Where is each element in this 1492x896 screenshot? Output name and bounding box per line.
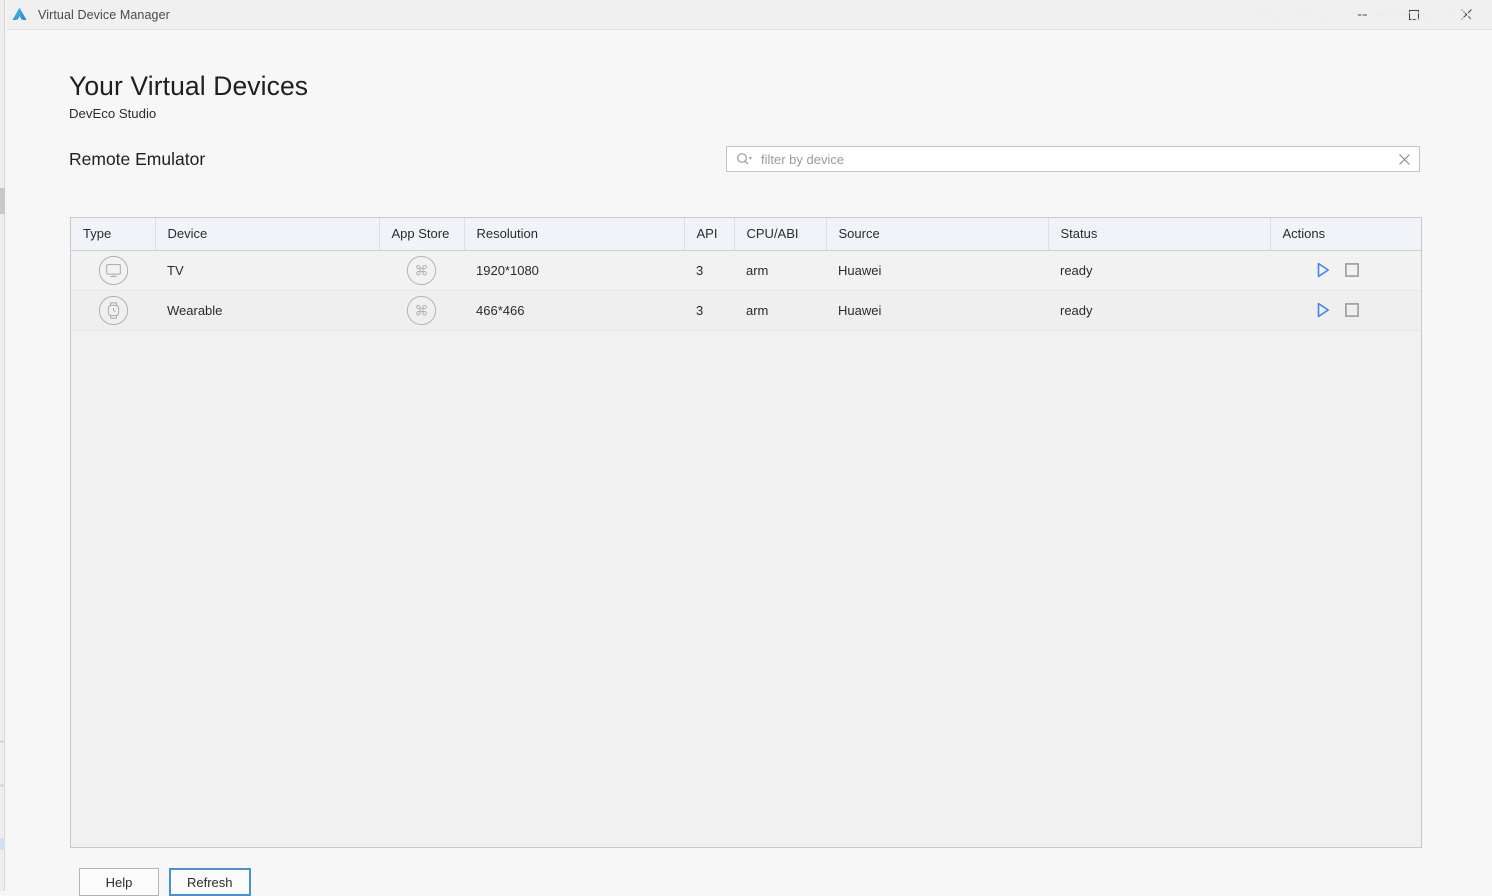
edge-scroll-nub-mid	[0, 740, 5, 743]
cell-type	[71, 250, 155, 290]
cell-device: Wearable	[155, 290, 379, 330]
cell-source: Huawei	[826, 250, 1048, 290]
cell-cpu-abi: arm	[734, 250, 826, 290]
cell-app-store: ⌘	[379, 250, 464, 290]
devices-table: Type Device App Store Resolution API CPU…	[71, 218, 1421, 331]
svg-text:⌘: ⌘	[414, 263, 428, 279]
edge-scroll-nub-low	[0, 784, 5, 787]
column-header-resolution[interactable]: Resolution	[464, 218, 684, 250]
section-title-remote-emulator: Remote Emulator	[69, 149, 205, 170]
column-header-status[interactable]: Status	[1048, 218, 1270, 250]
column-header-source[interactable]: Source	[826, 218, 1048, 250]
run-icon[interactable]	[1314, 261, 1332, 279]
filter-input[interactable]	[753, 148, 1392, 170]
cell-resolution: 466*466	[464, 290, 684, 330]
column-header-cpu-abi[interactable]: CPU/ABI	[734, 218, 826, 250]
cell-cpu-abi: arm	[734, 290, 826, 330]
watermark-text: https://blog.csdn.net/fengqiuzhihua	[1255, 8, 1486, 24]
column-header-actions[interactable]: Actions	[1270, 218, 1421, 250]
stop-icon[interactable]	[1343, 261, 1361, 279]
cell-api: 3	[684, 290, 734, 330]
devices-table-header: Type Device App Store Resolution API CPU…	[71, 218, 1421, 250]
stop-icon[interactable]	[1343, 301, 1361, 319]
cell-api: 3	[684, 250, 734, 290]
cell-actions	[1270, 250, 1421, 290]
devices-table-body: TV ⌘ 1920*1080 3 arm Huawei ready	[71, 250, 1421, 330]
cell-app-store: ⌘	[379, 290, 464, 330]
window-title: Virtual Device Manager	[38, 8, 170, 22]
cell-status: ready	[1048, 250, 1270, 290]
table-empty-area	[71, 331, 1421, 849]
column-header-app-store[interactable]: App Store	[379, 218, 464, 250]
deveco-logo-icon	[11, 6, 28, 23]
clear-icon[interactable]	[1392, 147, 1416, 171]
cell-device: TV	[155, 250, 379, 290]
cell-status: ready	[1048, 290, 1270, 330]
table-row[interactable]: TV ⌘ 1920*1080 3 arm Huawei ready	[71, 250, 1421, 290]
column-header-type[interactable]: Type	[71, 218, 155, 250]
help-button[interactable]: Help	[79, 868, 159, 896]
devices-table-container: Type Device App Store Resolution API CPU…	[70, 217, 1422, 848]
column-header-api[interactable]: API	[684, 218, 734, 250]
cell-source: Huawei	[826, 290, 1048, 330]
run-icon[interactable]	[1314, 301, 1332, 319]
cell-resolution: 1920*1080	[464, 250, 684, 290]
cell-actions	[1270, 290, 1421, 330]
tv-device-icon	[98, 255, 129, 286]
filter-field[interactable]	[726, 146, 1420, 172]
cell-type	[71, 290, 155, 330]
svg-text:⌘: ⌘	[414, 303, 428, 319]
app-store-icon[interactable]: ⌘	[406, 255, 437, 286]
page-title: Your Virtual Devices	[69, 71, 308, 102]
edge-scroll-nub-bottom	[0, 838, 5, 850]
search-icon[interactable]	[736, 152, 753, 167]
page-subtitle: DevEco Studio	[69, 106, 156, 121]
window-left-edge	[0, 0, 7, 891]
wearable-device-icon	[98, 295, 129, 326]
table-row[interactable]: Wearable ⌘ 466*466 3 arm Huawei ready	[71, 290, 1421, 330]
refresh-button[interactable]: Refresh	[169, 868, 251, 896]
dialog-button-bar: Help Refresh	[79, 868, 251, 896]
column-header-device[interactable]: Device	[155, 218, 379, 250]
titlebar-left-group: Virtual Device Manager	[0, 6, 1336, 23]
app-store-icon[interactable]: ⌘	[406, 295, 437, 326]
edge-scroll-nub-top	[0, 188, 5, 214]
table-header-row: Type Device App Store Resolution API CPU…	[71, 218, 1421, 250]
